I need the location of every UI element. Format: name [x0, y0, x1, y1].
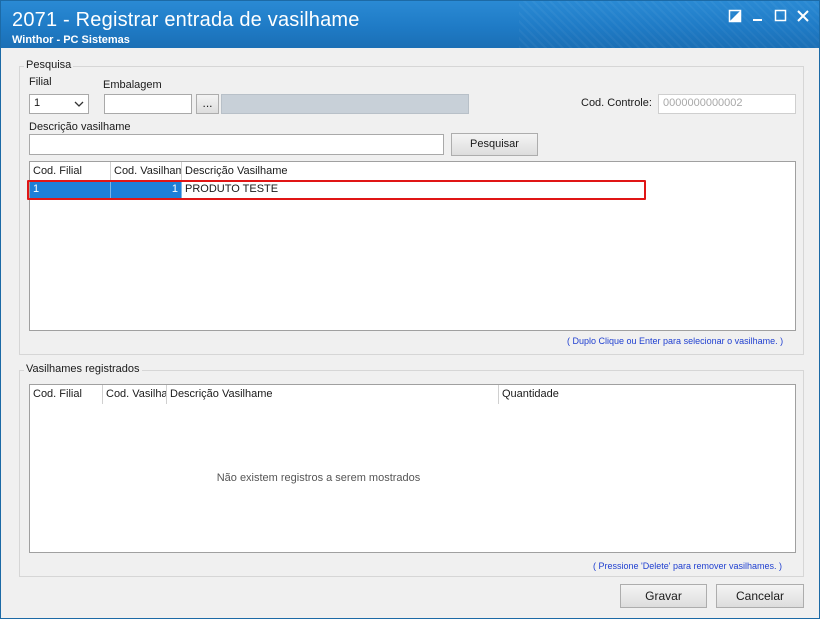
registrados-grid[interactable]: Cod. Filial Cod. Vasilhame Descrição Vas… [29, 384, 796, 553]
column-header-quantidade[interactable]: Quantidade [499, 385, 619, 404]
column-header-cod-vasilhame[interactable]: Cod. Vasilhame [103, 385, 167, 404]
cod-controle-field: 0000000000002 [658, 94, 796, 114]
registrados-hint: ( Pressione 'Delete' para remover vasilh… [593, 561, 783, 571]
pesquisa-legend: Pesquisa [24, 59, 74, 71]
embalagem-label: Embalagem [103, 79, 162, 91]
close-icon[interactable] [796, 9, 812, 25]
restore-layout-icon[interactable] [728, 9, 744, 25]
embalagem-input[interactable] [104, 94, 192, 114]
registrados-grid-header: Cod. Filial Cod. Vasilhame Descrição Vas… [30, 385, 795, 404]
row-highlight-annotation [27, 180, 646, 200]
filial-select-value: 1 [34, 97, 41, 109]
column-header-cod-filial[interactable]: Cod. Filial [30, 385, 103, 404]
minimize-icon[interactable] [751, 9, 767, 25]
descricao-input[interactable] [29, 134, 444, 155]
column-header-descricao[interactable]: Descrição Vasilhame [182, 162, 382, 181]
pesquisa-hint: ( Duplo Clique ou Enter para selecionar … [567, 336, 784, 346]
main-window: 2071 - Registrar entrada de vasilhame Wi… [0, 0, 820, 619]
pesquisar-button[interactable]: Pesquisar [451, 133, 538, 156]
empty-state-message: Não existem registros a serem mostrados [216, 472, 421, 484]
window-title: 2071 - Registrar entrada de vasilhame [12, 9, 360, 31]
gravar-button[interactable]: Gravar [620, 584, 707, 608]
filial-select[interactable]: 1 [29, 94, 89, 114]
title-bar[interactable]: 2071 - Registrar entrada de vasilhame Wi… [1, 1, 819, 48]
embalagem-description-field [221, 94, 469, 114]
cod-controle-label: Cod. Controle: [581, 97, 652, 109]
pesquisa-grid-header: Cod. Filial Cod. Vasilhame Descrição Vas… [30, 162, 795, 181]
column-header-descricao[interactable]: Descrição Vasilhame [167, 385, 499, 404]
embalagem-lookup-button[interactable]: ... [196, 94, 219, 114]
registrados-legend: Vasilhames registrados [24, 363, 142, 375]
chevron-down-icon [74, 101, 84, 107]
column-header-cod-vasilhame[interactable]: Cod. Vasilhame [111, 162, 182, 181]
column-header-cod-filial[interactable]: Cod. Filial [30, 162, 111, 181]
filial-label: Filial [29, 76, 52, 88]
cancelar-button[interactable]: Cancelar [716, 584, 804, 608]
maximize-icon[interactable] [774, 9, 790, 25]
descricao-label: Descrição vasilhame [29, 121, 131, 133]
window-subtitle: Winthor - PC Sistemas [12, 34, 130, 46]
